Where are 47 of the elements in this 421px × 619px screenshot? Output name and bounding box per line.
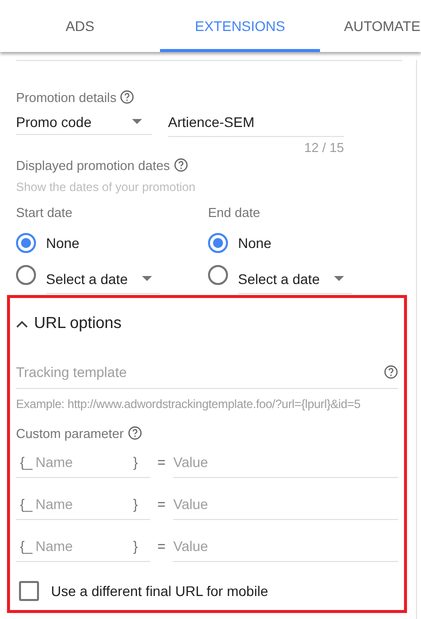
value-field[interactable]: Value — [173, 530, 398, 562]
brace-prefix: {_ — [20, 496, 32, 512]
example-text: Example: http://www.adwordstrackingtemplate.foo/?url={lpurl}&id=5 — [16, 397, 362, 411]
radio-label: None — [238, 235, 272, 251]
brace-prefix: {_ — [20, 538, 32, 554]
brace-suffix: } — [133, 538, 138, 554]
value-field[interactable]: Value — [173, 446, 398, 478]
radio-label: None — [46, 235, 80, 251]
radio-button[interactable] — [16, 265, 36, 285]
radio-button[interactable] — [16, 233, 36, 253]
dropdown-caret-icon — [334, 276, 344, 281]
tab[interactable]: ADS — [0, 0, 160, 52]
value-field[interactable]: Value — [173, 488, 398, 520]
field-label: Promotion details — [16, 90, 116, 105]
promo-code-field[interactable]: Artience-SEM — [168, 109, 344, 137]
field-label: Start date — [16, 204, 74, 222]
tab[interactable]: EXTENSIONS — [160, 0, 320, 52]
name-field[interactable]: Name — [35, 454, 130, 470]
help-icon[interactable] — [384, 365, 398, 379]
brace-suffix: } — [133, 496, 138, 512]
checkbox-label: Use a different final URL for mobile — [51, 583, 268, 599]
brace-prefix: {_ — [20, 454, 32, 470]
equals-sign: = — [156, 496, 167, 512]
promotion-type-dropdown[interactable]: Promo code — [16, 109, 152, 135]
radio-button[interactable] — [208, 233, 228, 253]
url-options-header[interactable]: URL options — [16, 314, 398, 334]
tab[interactable]: AUTOMATE — [320, 0, 421, 52]
character-counter: 12 / 15 — [303, 139, 344, 157]
field-label: Custom parameter — [16, 426, 124, 441]
brace-suffix: } — [133, 454, 138, 470]
equals-sign: = — [156, 538, 167, 554]
radio-button[interactable] — [208, 265, 228, 285]
field-label: Displayed promotion dates — [16, 158, 170, 173]
equals-sign: = — [156, 454, 167, 470]
tracking-template-field[interactable]: Tracking template — [16, 364, 380, 380]
hint-text: Show the dates of your promotion — [16, 179, 196, 195]
field-label: End date — [208, 204, 262, 222]
date-dropdown[interactable]: Select a date — [238, 264, 352, 294]
help-icon[interactable] — [120, 90, 134, 104]
checkbox[interactable] — [19, 581, 39, 601]
dropdown-caret-icon — [142, 276, 152, 281]
dropdown-caret-icon — [132, 119, 142, 124]
name-field[interactable]: Name — [35, 538, 130, 554]
name-field[interactable]: Name — [35, 496, 130, 512]
help-icon[interactable] — [174, 158, 188, 172]
date-dropdown[interactable]: Select a date — [46, 264, 160, 294]
help-icon[interactable] — [128, 426, 142, 440]
